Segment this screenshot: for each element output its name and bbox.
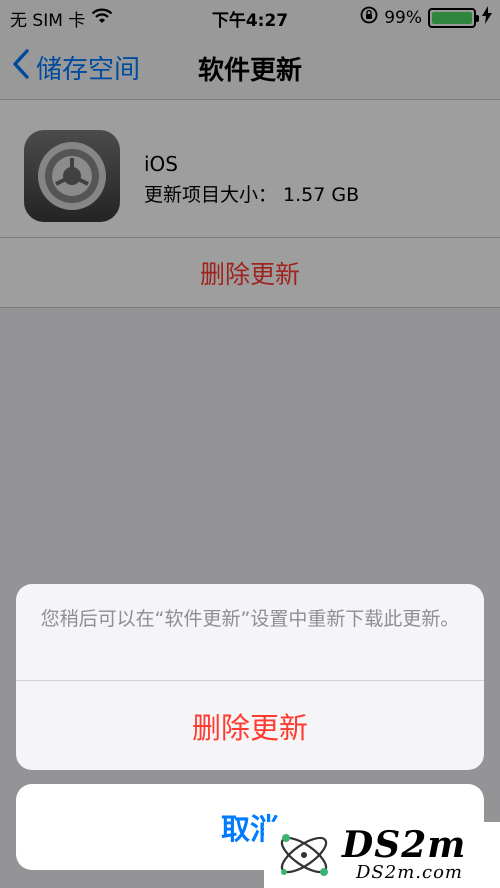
action-sheet: 您稍后可以在“软件更新”设置中重新下载此更新。 删除更新 — [16, 584, 484, 770]
action-sheet-message: 您稍后可以在“软件更新”设置中重新下载此更新。 — [16, 584, 484, 681]
watermark-brand: DS2m — [342, 824, 467, 866]
watermark: DS2m DS2m.com — [264, 822, 500, 888]
confirm-delete-button[interactable]: 删除更新 — [16, 681, 484, 770]
watermark-url: DS2m.com — [356, 862, 463, 883]
atom-logo-icon — [280, 834, 328, 876]
